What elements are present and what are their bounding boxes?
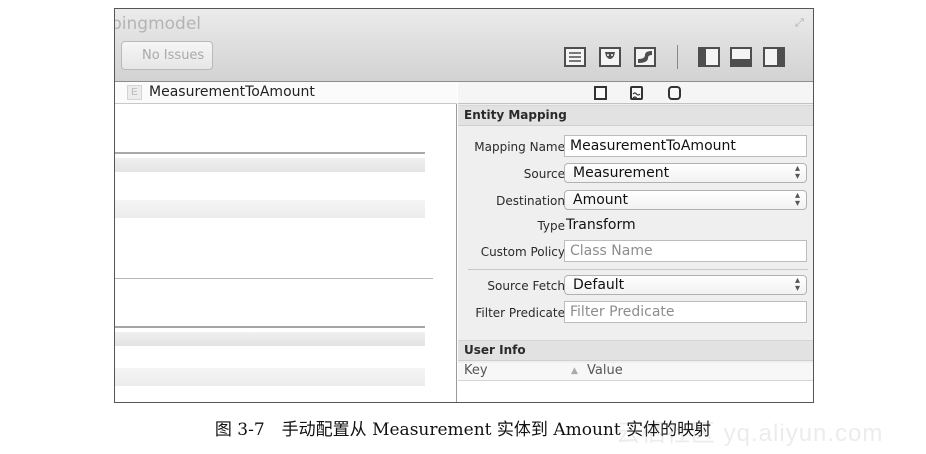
window-toolbar: pingmodel ⤢ No Issues (114, 9, 813, 82)
entity-mapping-header[interactable]: E MeasurementToAmount (115, 82, 457, 104)
blurred-row (115, 200, 425, 218)
source-label: Source (523, 167, 565, 181)
source-fetch-label: Source Fetch (487, 279, 565, 293)
value-column-header[interactable]: Value (587, 363, 623, 378)
divider (468, 269, 808, 270)
toolbar-separator (677, 45, 678, 69)
divider (115, 278, 433, 279)
destination-label: Destination (496, 194, 565, 208)
entity-mapping-section-title: Entity Mapping (458, 105, 813, 126)
file-inspector-icon[interactable] (594, 86, 607, 100)
user-info-section-title: User Info (458, 340, 813, 361)
data-model-inspector-icon[interactable] (668, 86, 681, 100)
type-value: Transform (566, 217, 636, 233)
type-label: Type (537, 219, 565, 233)
custom-policy-label: Custom Policy (480, 245, 565, 259)
filter-predicate-label: Filter Predicate (475, 306, 565, 320)
filter-predicate-field[interactable]: Filter Predicate (564, 301, 807, 323)
window-title: pingmodel (114, 14, 202, 34)
blurred-row (115, 158, 425, 172)
standard-editor-icon[interactable] (564, 47, 586, 67)
quick-help-icon[interactable] (630, 86, 643, 100)
updown-chevron-icon: ▴ ▾ (794, 275, 800, 294)
navigator-toggle-icon[interactable] (698, 47, 720, 67)
inspector-tab-bar (458, 82, 813, 104)
issues-status[interactable]: No Issues (121, 41, 213, 70)
blurred-row (115, 332, 425, 346)
updown-chevron-icon: ▴ ▾ (794, 190, 800, 209)
source-popup-value: Measurement (573, 165, 670, 181)
source-fetch-popup-value: Default (573, 277, 625, 293)
entity-mapping-title: MeasurementToAmount (149, 84, 315, 100)
key-column-header[interactable]: Key (464, 363, 488, 378)
user-info-table-header: Key ▲ Value (458, 363, 813, 381)
sort-ascending-icon: ▲ (571, 366, 578, 376)
source-fetch-popup[interactable]: Default ▴ ▾ (564, 275, 807, 295)
custom-policy-field[interactable]: Class Name (564, 240, 807, 262)
divider (115, 326, 425, 328)
debug-area-toggle-icon[interactable] (730, 47, 752, 67)
destination-popup[interactable]: Amount ▴ ▾ (564, 190, 807, 210)
mapping-model-inspector: Entity Mapping Mapping Name MeasurementT… (458, 82, 813, 402)
version-editor-icon[interactable] (634, 47, 656, 67)
user-info-table[interactable] (458, 381, 813, 402)
mapping-name-label: Mapping Name (474, 140, 565, 154)
updown-chevron-icon: ▴ ▾ (794, 163, 800, 182)
xcode-window: pingmodel ⤢ No Issues E MeasurementToAmo… (114, 8, 814, 403)
mapping-editor-pane: E MeasurementToAmount (115, 82, 457, 402)
divider (115, 152, 425, 154)
blurred-row (115, 368, 425, 386)
destination-popup-value: Amount (573, 192, 629, 208)
assistant-editor-icon[interactable] (599, 47, 621, 67)
utilities-toggle-icon[interactable] (763, 47, 785, 67)
fullscreen-icon[interactable]: ⤢ (795, 17, 807, 29)
watermark: 云栖社区 yq.aliyun.com (616, 420, 884, 447)
source-popup[interactable]: Measurement ▴ ▾ (564, 163, 807, 183)
mapping-name-field[interactable]: MeasurementToAmount (564, 135, 807, 157)
entity-icon: E (127, 85, 142, 100)
